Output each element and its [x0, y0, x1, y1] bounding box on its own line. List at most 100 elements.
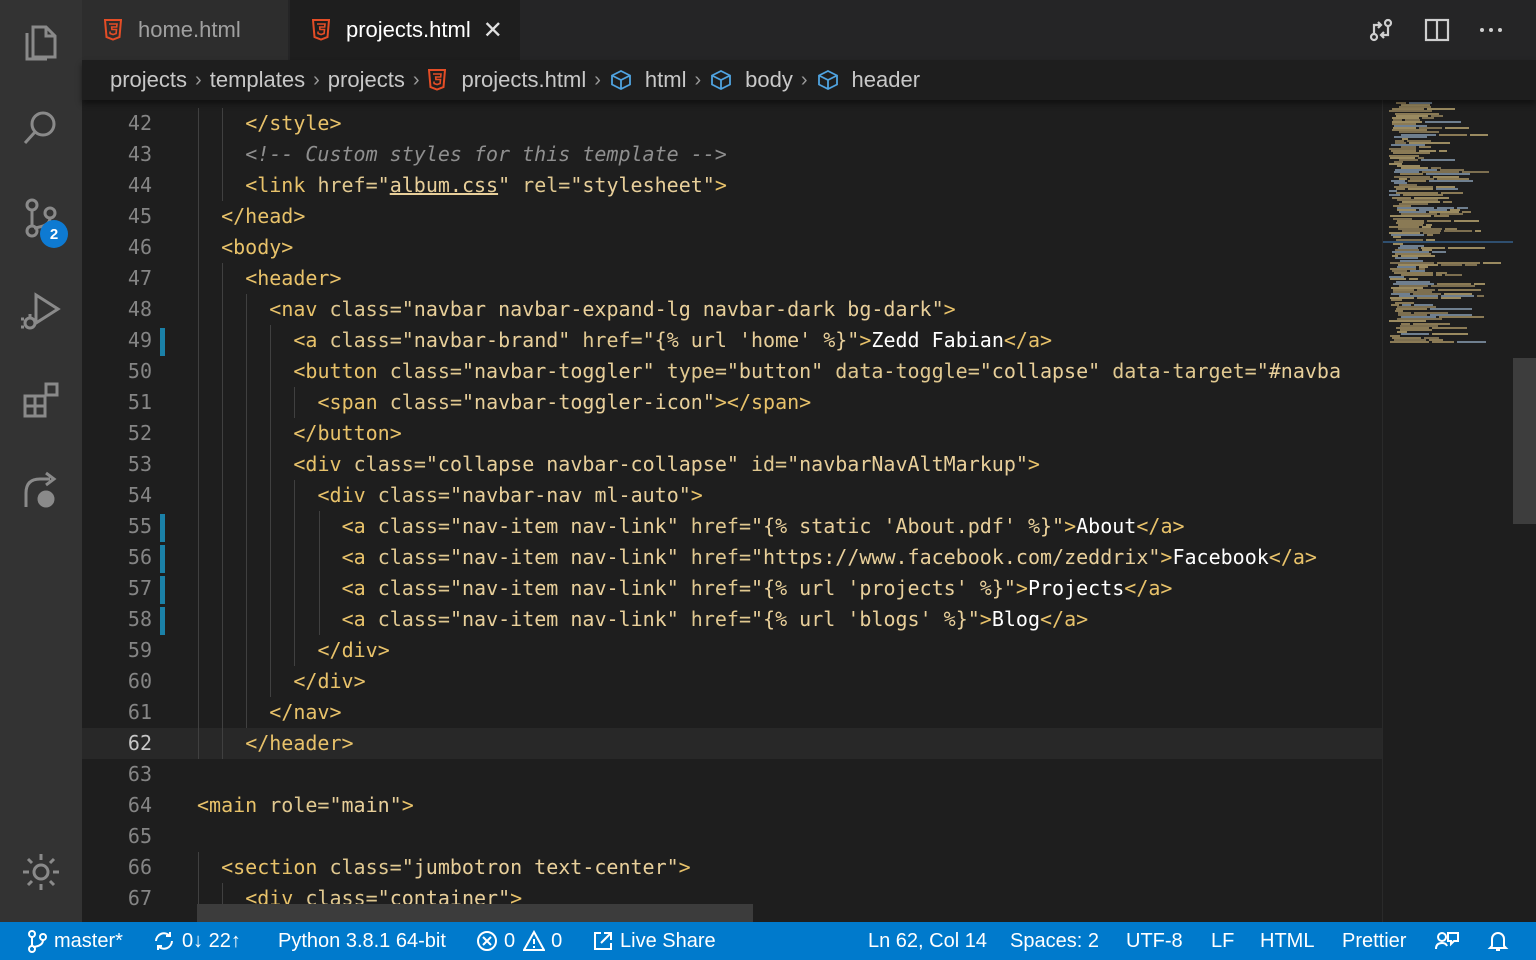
settings-gear-icon[interactable]	[13, 844, 69, 900]
code-line[interactable]: 63	[82, 759, 1382, 790]
extensions-icon[interactable]	[13, 372, 69, 428]
code-line[interactable]: 51 <span class="navbar-toggler-icon"></sp…	[82, 387, 1382, 418]
feedback-button[interactable]	[1434, 922, 1466, 960]
code-line[interactable]: 46 <body>	[82, 232, 1382, 263]
indent-guide	[270, 635, 272, 666]
code-line[interactable]: 42 </style>	[82, 108, 1382, 139]
code-line[interactable]: 49 <a class="navbar-brand" href="{% url '…	[82, 325, 1382, 356]
code-line[interactable]: 55 <a class="nav-item nav-link" href="{% …	[82, 511, 1382, 542]
tab-home-html[interactable]: home.html	[82, 0, 288, 60]
code-line[interactable]: 53 <div class="collapse navbar-collapse" …	[82, 449, 1382, 480]
code-line[interactable]: 57 <a class="nav-item nav-link" href="{% …	[82, 573, 1382, 604]
code-line[interactable]: 48 <nav class="navbar navbar-expand-lg na…	[82, 294, 1382, 325]
tab-projects-html[interactable]: projects.html ✕	[290, 0, 520, 60]
code-line[interactable]: 66 <section class="jumbotron text-center"…	[82, 852, 1382, 883]
code-token: type=	[666, 359, 727, 383]
code-text: <div class="navbar-nav ml-auto">	[318, 480, 703, 511]
code-line[interactable]: 50 <button class="navbar-toggler" type="b…	[82, 356, 1382, 387]
code-token: class=	[377, 545, 450, 569]
breadcrumb-folder[interactable]: templates	[210, 67, 305, 93]
branch-status[interactable]: master*	[26, 922, 123, 960]
code-line[interactable]: 45 </head>	[82, 201, 1382, 232]
modified-line-indicator[interactable]	[160, 514, 165, 542]
indent-guide	[222, 573, 224, 604]
indent-guide	[246, 294, 248, 325]
indent-guide	[222, 294, 224, 325]
code-token: >	[943, 297, 956, 321]
more-actions-icon[interactable]	[1474, 14, 1508, 46]
minimap-code-line	[1408, 188, 1433, 191]
breadcrumb-symbol[interactable]: html	[609, 67, 686, 93]
indent-guide	[222, 387, 224, 418]
code-token: <body>	[221, 235, 294, 259]
code-line[interactable]: 47 <header>	[82, 263, 1382, 294]
code-token: class=	[377, 607, 450, 631]
code-line[interactable]: 54 <div class="navbar-nav ml-auto">	[82, 480, 1382, 511]
run-debug-icon[interactable]	[13, 282, 69, 338]
warning-icon	[523, 930, 546, 951]
vertical-scrollbar[interactable]	[1513, 358, 1536, 524]
breadcrumb-folder[interactable]: projects	[328, 67, 405, 93]
code-line[interactable]: 62 </header>	[82, 728, 1382, 759]
indent-guide	[198, 635, 199, 666]
encoding-status[interactable]: UTF-8	[1126, 922, 1183, 960]
minimap-code-line	[1475, 230, 1481, 233]
code-token: </a>	[1136, 514, 1185, 538]
code-line[interactable]: 43 <!-- Custom styles for this template -…	[82, 139, 1382, 170]
horizontal-scrollbar[interactable]	[197, 904, 753, 922]
open-changes-icon[interactable]	[1364, 14, 1398, 46]
code-token: <nav	[269, 297, 330, 321]
code-token: </style>	[245, 111, 342, 135]
code-line[interactable]: 58 <a class="nav-item nav-link" href="{% …	[82, 604, 1382, 635]
code-line[interactable]: 56 <a class="nav-item nav-link" href="htt…	[82, 542, 1382, 573]
breadcrumb-file[interactable]: projects.html	[427, 67, 586, 93]
notifications-button[interactable]	[1486, 922, 1516, 960]
indent-guide	[270, 480, 272, 511]
split-editor-icon[interactable]	[1420, 14, 1454, 46]
code-line[interactable]: 61 </nav>	[82, 697, 1382, 728]
python-interpreter[interactable]: Python 3.8.1 64-bit	[278, 922, 446, 960]
code-line[interactable]: 64 <main role="main">	[82, 790, 1382, 821]
formatter-status[interactable]: Prettier	[1342, 922, 1406, 960]
indent-guide	[246, 480, 248, 511]
search-icon[interactable]	[13, 100, 69, 156]
minimap-code-line	[1432, 326, 1467, 329]
code-line[interactable]: 52 </button>	[82, 418, 1382, 449]
minimap-code-line	[1421, 158, 1455, 161]
indent-guide	[198, 139, 199, 170]
modified-line-indicator[interactable]	[160, 607, 165, 635]
eol-status[interactable]: LF	[1211, 922, 1234, 960]
indentation-status[interactable]: Spaces: 2	[1010, 922, 1099, 960]
line-number: 46	[127, 235, 152, 259]
code-line[interactable]: 65	[82, 821, 1382, 852]
code-text: <main role="main">	[197, 790, 414, 821]
breadcrumb-symbol[interactable]: body	[709, 67, 793, 93]
minimap-code-line	[1401, 274, 1433, 277]
modified-line-indicator[interactable]	[160, 576, 165, 604]
modified-line-indicator[interactable]	[160, 545, 165, 573]
code-editor[interactable]: 67 <div class="container"> 66 <section clas…	[82, 100, 1382, 922]
code-line[interactable]: 59 </div>	[82, 635, 1382, 666]
modified-line-indicator[interactable]	[160, 328, 165, 356]
problems-status[interactable]: 0 0	[476, 922, 562, 960]
minimap[interactable]	[1382, 100, 1536, 922]
breadcrumb-folder[interactable]: projects	[110, 67, 187, 93]
breadcrumb-symbol[interactable]: header	[816, 67, 920, 93]
indent-guide	[246, 449, 248, 480]
status-bar: master* 0↓ 22↑ Python 3.8.1 64-bit 0 0 L…	[0, 922, 1536, 960]
sync-status[interactable]: 0↓ 22↑	[152, 922, 241, 960]
explorer-icon[interactable]	[13, 14, 69, 70]
code-token: "nav-item nav-link"	[449, 514, 691, 538]
language-mode[interactable]: HTML	[1260, 922, 1314, 960]
code-token: href=	[690, 607, 752, 631]
close-tab-icon[interactable]: ✕	[483, 16, 503, 45]
cursor-position[interactable]: Ln 62, Col 14	[868, 922, 987, 960]
code-token: >	[1160, 545, 1173, 569]
code-line[interactable]: 60 </div>	[82, 666, 1382, 697]
remote-explorer-icon[interactable]	[13, 462, 69, 518]
live-share-button[interactable]: Live Share	[592, 922, 716, 960]
code-line[interactable]: 44 <link href="album.css" rel="stylesheet…	[82, 170, 1382, 201]
cursor-position-label: Ln 62, Col 14	[868, 929, 987, 952]
indent-guide	[222, 666, 224, 697]
line-number: 50	[127, 359, 152, 383]
